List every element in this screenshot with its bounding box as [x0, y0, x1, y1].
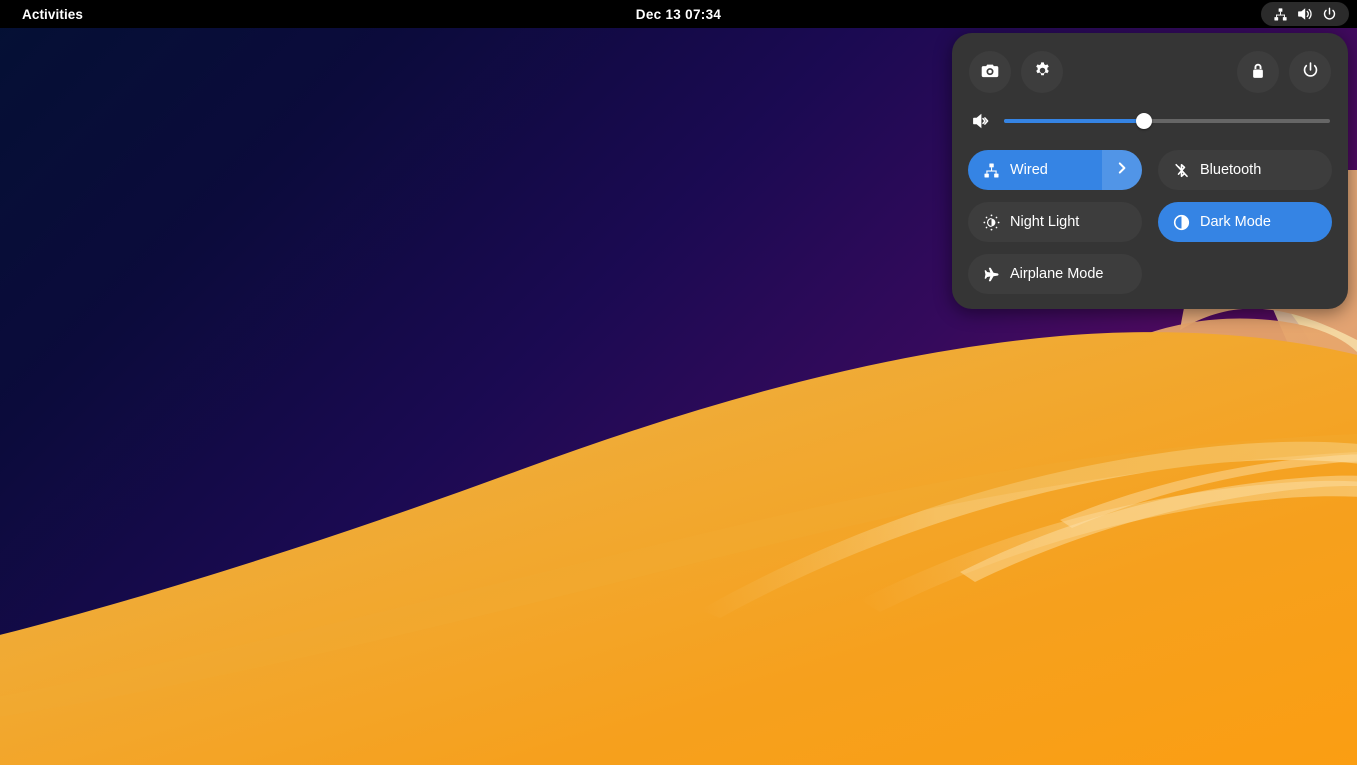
- top-bar: Activities Dec 13 07:34: [0, 0, 1357, 28]
- volume-slider-row: [970, 106, 1330, 136]
- quick-settings-top-row: [969, 50, 1331, 94]
- quick-settings-tiles: Wired Bluetooth: [968, 150, 1332, 294]
- wired-network-icon: [982, 161, 1000, 179]
- airplane-mode-tile-label: Airplane Mode: [1010, 266, 1104, 282]
- power-icon: [1322, 7, 1337, 22]
- volume-slider[interactable]: [1004, 119, 1330, 123]
- power-icon: [1301, 61, 1320, 83]
- desktop-screen: Activities Dec 13 07:34: [0, 0, 1357, 765]
- lock-button[interactable]: [1237, 51, 1279, 93]
- volume-slider-handle[interactable]: [1136, 113, 1152, 129]
- system-status-menu-button[interactable]: [1261, 2, 1349, 26]
- activities-button[interactable]: Activities: [14, 2, 91, 26]
- airplane-mode-tile[interactable]: Airplane Mode: [968, 254, 1142, 294]
- airplane-icon: [982, 265, 1000, 283]
- night-light-tile[interactable]: Night Light: [968, 202, 1142, 242]
- camera-icon: [980, 61, 1000, 84]
- volume-icon: [1297, 6, 1313, 22]
- wired-tile[interactable]: Wired: [968, 150, 1142, 190]
- gear-icon: [1033, 61, 1052, 83]
- dark-mode-tile[interactable]: Dark Mode: [1158, 202, 1332, 242]
- night-light-tile-label: Night Light: [1010, 214, 1079, 230]
- chevron-right-icon: [1114, 160, 1130, 180]
- bluetooth-disabled-icon: [1172, 161, 1190, 179]
- dark-mode-tile-label: Dark Mode: [1200, 214, 1271, 230]
- clock-label: Dec 13 07:34: [636, 7, 721, 22]
- bluetooth-tile-label: Bluetooth: [1200, 162, 1261, 178]
- wired-expander-button[interactable]: [1102, 150, 1142, 190]
- wired-tile-label: Wired: [1010, 162, 1048, 178]
- bluetooth-tile[interactable]: Bluetooth: [1158, 150, 1332, 190]
- screenshot-button[interactable]: [969, 51, 1011, 93]
- night-light-icon: [982, 213, 1000, 231]
- power-button[interactable]: [1289, 51, 1331, 93]
- wired-network-icon: [1273, 7, 1288, 22]
- clock-button[interactable]: Dec 13 07:34: [569, 7, 789, 22]
- settings-button[interactable]: [1021, 51, 1063, 93]
- speaker-icon: [970, 111, 992, 131]
- volume-slider-fill: [1004, 119, 1144, 123]
- quick-settings-panel: Wired Bluetooth: [952, 33, 1348, 309]
- dark-mode-icon: [1172, 213, 1190, 231]
- lock-icon: [1249, 62, 1267, 83]
- activities-label: Activities: [22, 7, 83, 22]
